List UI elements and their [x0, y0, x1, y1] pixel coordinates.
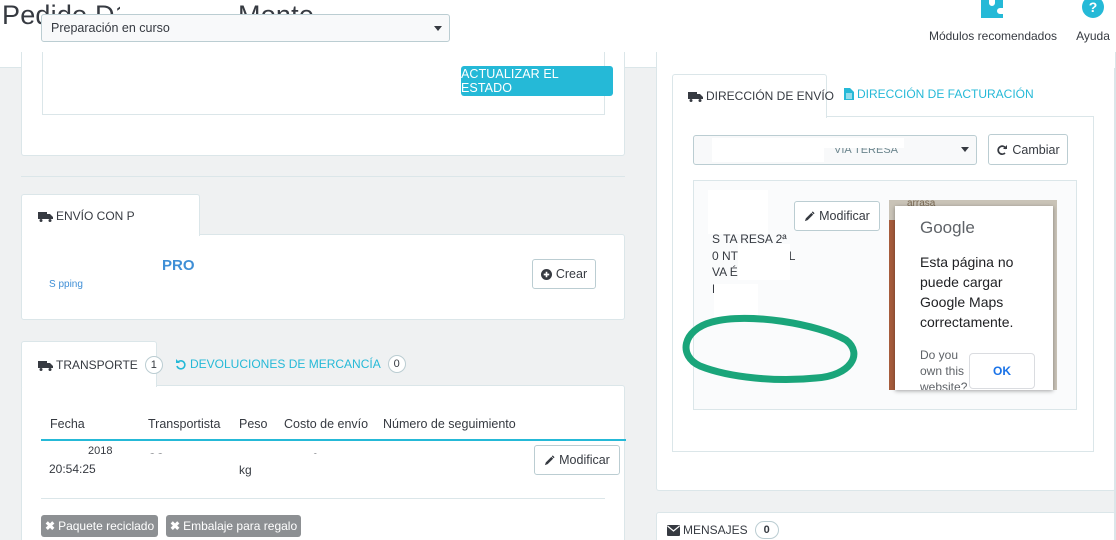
messages-count-badge: 0 — [754, 521, 779, 539]
maps-error-question: Do you own this website? — [920, 348, 968, 390]
divider — [41, 498, 605, 499]
maps-ok-button[interactable]: OK — [969, 353, 1035, 389]
modify-shipping-button[interactable]: Modificar — [534, 445, 620, 475]
row-time: 20:54:25 — [49, 462, 96, 476]
google-logo: Google — [920, 218, 975, 237]
recommended-modules-link[interactable]: Módulos recomendados — [920, 0, 1066, 46]
tab-transport-label: TRANSPORTE — [56, 358, 138, 372]
truck-icon — [688, 91, 703, 102]
tab-billing-address[interactable]: DIRECCIÓN DE FACTURACIÓN — [844, 87, 1034, 101]
modify-shipping-label: Modificar — [559, 453, 610, 467]
chevron-down-icon — [961, 147, 969, 152]
file-icon — [844, 88, 854, 100]
recommended-modules-label: Módulos recomendados — [928, 29, 1058, 43]
refresh-icon — [997, 144, 1008, 155]
envelope-icon — [667, 524, 680, 536]
help-link[interactable]: ? Ayuda — [1072, 0, 1114, 46]
redaction — [44, 444, 88, 460]
maps-error-message: Esta página no puede cargar Google Maps … — [920, 254, 1014, 330]
order-status-select[interactable]: Preparación en curso — [41, 14, 450, 42]
tab-returns-label: DEVOLUCIONES DE MERCANCÍA — [190, 357, 381, 371]
redaction — [32, 240, 138, 262]
recycled-package-label: Paquete reciclado — [58, 519, 155, 533]
tab-shipping-module[interactable]: ENVÍO CON P — [21, 194, 200, 236]
transport-count-badge: 1 — [144, 356, 163, 374]
shipping-module-logo: PRO — [162, 257, 195, 274]
order-status-value: Preparación en curso — [51, 21, 170, 35]
update-status-button[interactable]: ACTUALIZAR EL ESTADO — [461, 66, 613, 96]
modify-address-button[interactable]: Modificar — [794, 201, 880, 231]
change-address-button[interactable]: Cambiar — [988, 134, 1068, 165]
close-icon: ✖ — [170, 519, 181, 533]
annotation-scribble — [682, 314, 858, 383]
divider — [21, 176, 625, 177]
gift-wrapping-label: Embalaje para regalo — [183, 519, 298, 533]
truck-icon — [38, 360, 53, 371]
returns-count-badge: 0 — [387, 355, 406, 373]
pencil-icon — [545, 454, 555, 465]
modify-address-label: Modificar — [819, 209, 870, 223]
gift-wrapping-tag[interactable]: ✖ Embalaje para regalo — [166, 515, 302, 537]
maps-error-dialog: Google Esta página no puede cargar Googl… — [895, 206, 1053, 390]
tab-transport[interactable]: TRANSPORTE 1 — [21, 341, 163, 387]
column-header-shipping-cost: Costo de envío — [284, 417, 369, 431]
redaction — [98, 454, 324, 462]
tab-shipping-module-label: ENVÍO CON P — [56, 209, 135, 223]
redaction — [738, 244, 790, 280]
chevron-down-icon — [434, 26, 442, 31]
help-icon: ? — [1082, 0, 1104, 18]
shipping-module-subtitle: S pping — [49, 279, 83, 290]
redaction — [44, 476, 194, 486]
tab-shipping-address-label: DIRECCIÓN DE ENVÍO — [706, 89, 835, 103]
recycled-package-tag[interactable]: ✖ Paquete reciclado — [41, 515, 159, 537]
row-weight-unit: kg — [239, 463, 252, 477]
puzzle-icon — [981, 0, 1003, 18]
column-header-date: Fecha — [50, 417, 85, 431]
change-address-label: Cambiar — [1012, 142, 1060, 157]
create-shipment-button[interactable]: Crear — [532, 259, 596, 289]
create-shipment-label: Crear — [555, 267, 588, 281]
column-header-weight: Peso — [239, 417, 268, 431]
plus-circle-icon — [540, 268, 552, 280]
tab-billing-address-label: DIRECCIÓN DE FACTURACIÓN — [857, 87, 1034, 101]
tab-shipping-address[interactable]: DIRECCIÓN DE ENVÍO — [672, 74, 834, 118]
tab-returns[interactable]: DEVOLUCIONES DE MERCANCÍA 0 — [175, 355, 406, 373]
truck-icon — [38, 211, 53, 222]
messages-label: MENSAJES — [683, 523, 748, 537]
pencil-icon — [805, 210, 815, 221]
column-header-carrier: Transportista — [148, 417, 221, 431]
redaction — [178, 0, 236, 14]
undo-icon — [176, 359, 186, 370]
messages-panel: MENSAJES 0 — [656, 512, 1116, 540]
close-icon: ✖ — [45, 519, 56, 533]
help-label: Ayuda — [1076, 29, 1110, 43]
redaction — [712, 138, 824, 162]
redaction — [708, 190, 768, 234]
redaction — [824, 138, 904, 148]
column-header-tracking-number: Número de seguimiento — [383, 417, 516, 431]
table-header-underline — [41, 439, 626, 441]
redaction — [252, 464, 328, 484]
